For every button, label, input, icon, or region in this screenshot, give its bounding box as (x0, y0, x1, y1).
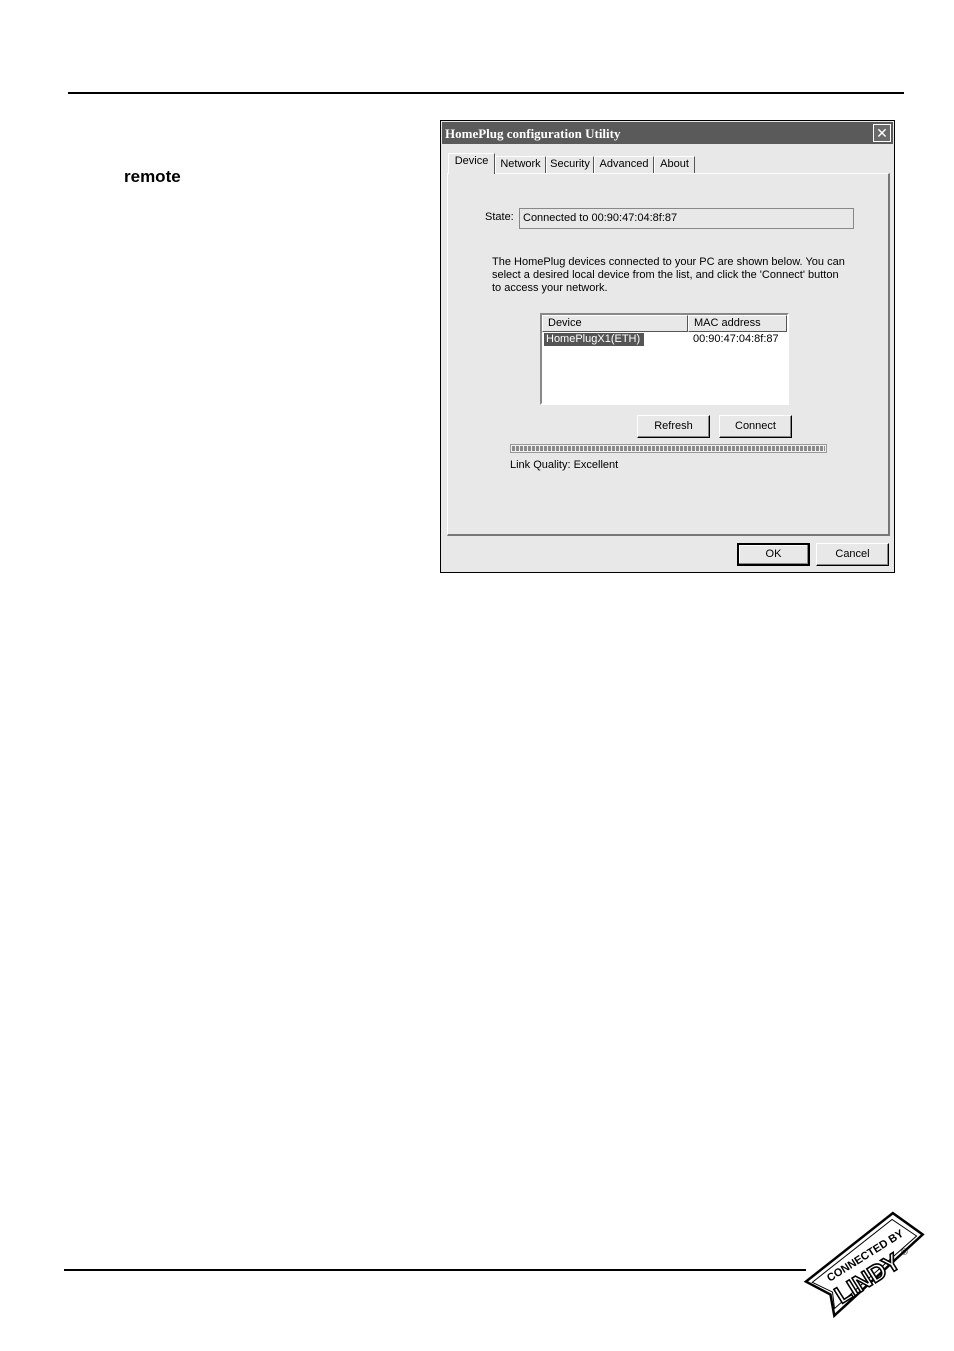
tab-network[interactable]: Network (495, 156, 546, 173)
device-list[interactable]: Device MAC address HomePlugX1(ETH) 00:90… (540, 313, 789, 405)
list-item-mac: 00:90:47:04:8f:87 (693, 333, 779, 345)
link-quality-bar (510, 444, 827, 453)
lindy-logo: CONNECTED BY LINDY ® (803, 1211, 925, 1319)
device-description: The HomePlug devices connected to your P… (492, 256, 845, 294)
tab-device[interactable]: Device (448, 153, 495, 174)
column-header-device[interactable]: Device (542, 315, 688, 332)
header-rule (68, 92, 904, 94)
device-tab-panel: State: Connected to 00:90:47:04:8f:87 Th… (447, 173, 890, 536)
ok-button[interactable]: OK (737, 543, 810, 566)
state-field: Connected to 00:90:47:04:8f:87 (519, 208, 854, 229)
cancel-button[interactable]: Cancel (816, 543, 889, 566)
link-quality-label: Link Quality: Excellent (510, 459, 619, 471)
list-item-device[interactable]: HomePlugX1(ETH) (544, 333, 645, 346)
link-quality-fill (512, 446, 825, 451)
homeplug-dialog: HomePlug configuration Utility ✕ State: … (440, 120, 895, 573)
keyword-text: remote (124, 167, 181, 186)
column-header-mac[interactable]: MAC address (688, 315, 787, 332)
close-icon[interactable]: ✕ (873, 124, 891, 142)
footer-rule (64, 1269, 806, 1271)
dialog-title: HomePlug configuration Utility (445, 126, 621, 141)
dialog-titlebar[interactable]: HomePlug configuration Utility ✕ (442, 122, 893, 144)
tab-about[interactable]: About (654, 156, 695, 173)
tab-advanced[interactable]: Advanced (594, 156, 654, 173)
refresh-button[interactable]: Refresh (637, 415, 710, 438)
state-label: State: (485, 211, 514, 223)
tab-security[interactable]: Security (546, 156, 594, 173)
connect-button[interactable]: Connect (719, 415, 792, 438)
